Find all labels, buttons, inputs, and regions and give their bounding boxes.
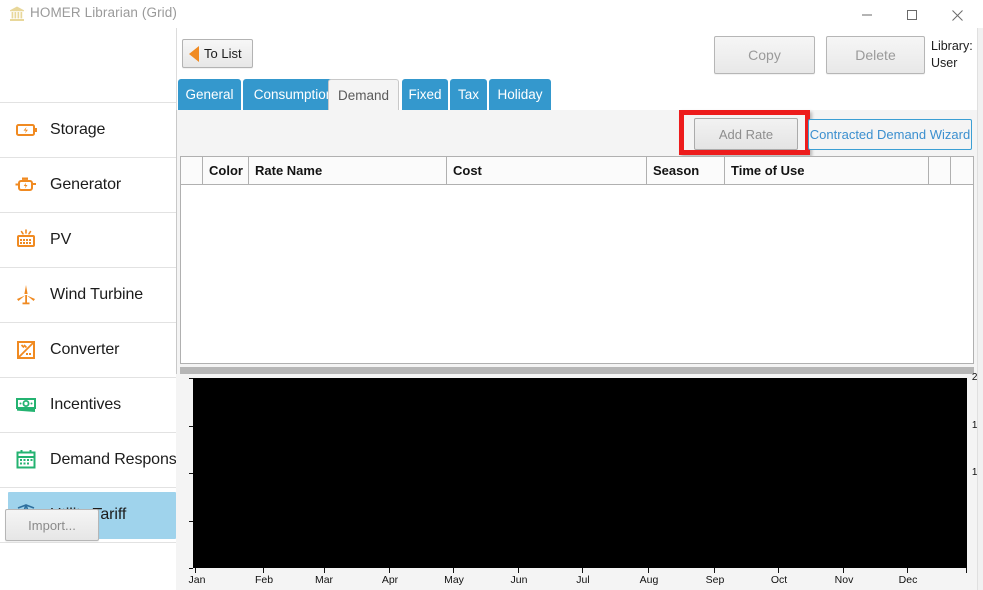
x-tick-label: Mar xyxy=(304,574,344,586)
library-indicator: Library: User xyxy=(931,38,983,72)
library-value: User xyxy=(931,55,983,72)
table-column-rate-name[interactable]: Rate Name xyxy=(249,157,447,184)
sidebar-item-storage[interactable]: Storage xyxy=(0,103,176,158)
table-column-time-of-use[interactable]: Time of Use xyxy=(725,157,929,184)
import-button[interactable]: Import... xyxy=(5,509,99,541)
contracted-demand-wizard-button[interactable]: Contracted Demand Wizard xyxy=(808,119,972,150)
x-tick-label: Sep xyxy=(695,574,735,586)
table-column-cost[interactable]: Cost xyxy=(447,157,647,184)
sidebar-item-label: PV xyxy=(50,231,71,249)
demand-schedule-chart: 24 18 12 6 0 Jan Feb Mar Apr May Jun xyxy=(176,374,983,590)
maximize-icon[interactable] xyxy=(889,0,935,30)
x-tick-label: Apr xyxy=(370,574,410,586)
sidebar-item-pv[interactable]: PV xyxy=(0,213,176,268)
money-icon xyxy=(12,390,42,420)
to-list-button[interactable]: To List xyxy=(182,39,253,68)
sidebar-item-demand-response[interactable]: Demand Response xyxy=(0,433,176,488)
table-column-color[interactable]: Color xyxy=(203,157,249,184)
chart-plot-area[interactable] xyxy=(193,378,967,568)
to-list-label: To List xyxy=(204,46,242,61)
wind-turbine-icon xyxy=(12,280,42,310)
delete-button[interactable]: Delete xyxy=(826,36,925,74)
back-arrow-icon xyxy=(189,46,199,62)
sidebar-item-label: Storage xyxy=(50,121,105,139)
minimize-icon[interactable] xyxy=(844,0,890,30)
tab-demand[interactable]: Demand xyxy=(328,79,399,111)
x-tick-label: Dec xyxy=(888,574,928,586)
tab-fixed[interactable]: Fixed xyxy=(402,79,448,110)
window-title: HOMER Librarian (Grid) xyxy=(30,5,177,20)
homer-librarian-window: HOMER Librarian (Grid) xyxy=(0,0,983,590)
battery-icon xyxy=(12,115,42,145)
x-tick-label: Feb xyxy=(244,574,284,586)
x-tick-label: May xyxy=(434,574,474,586)
close-icon[interactable] xyxy=(934,0,980,30)
library-building-icon xyxy=(8,5,26,23)
x-tick-label: Aug xyxy=(629,574,669,586)
x-tick-label: Jan xyxy=(177,574,217,586)
library-label: Library: xyxy=(931,38,983,55)
table-column-select[interactable] xyxy=(181,157,203,184)
x-tick-label: Oct xyxy=(759,574,799,586)
table-column-extra-1[interactable] xyxy=(929,157,951,184)
sidebar-item-wind-turbine[interactable]: Wind Turbine xyxy=(0,268,176,323)
sidebar-item-label: Demand Response xyxy=(50,451,185,469)
tab-holiday[interactable]: Holiday xyxy=(489,79,551,110)
x-tick-label: Nov xyxy=(824,574,864,586)
table-column-extra-2[interactable] xyxy=(951,157,973,184)
sidebar-item-incentives[interactable]: Incentives xyxy=(0,378,176,433)
table-header-row: Color Rate Name Cost Season Time of Use xyxy=(181,157,973,185)
tab-tax[interactable]: Tax xyxy=(450,79,487,110)
tab-strip: General Consumption Demand Fixed Tax Hol… xyxy=(176,79,983,110)
sidebar-item-list: Storage Generator xyxy=(0,103,176,543)
sidebar-item-label: Wind Turbine xyxy=(50,286,143,304)
sidebar-item-converter[interactable]: Converter xyxy=(0,323,176,378)
add-rate-highlight-box xyxy=(679,110,810,155)
sidebar-item-generator[interactable]: Generator xyxy=(0,158,176,213)
sidebar: Storage Generator xyxy=(0,28,177,590)
solar-panel-icon xyxy=(12,225,42,255)
demand-rates-table[interactable]: Color Rate Name Cost Season Time of Use xyxy=(180,156,974,364)
x-tick-label: Jun xyxy=(499,574,539,586)
converter-icon xyxy=(12,335,42,365)
window-vertical-scrollbar[interactable] xyxy=(977,28,983,590)
title-bar: HOMER Librarian (Grid) xyxy=(0,0,983,28)
sidebar-item-label: Incentives xyxy=(50,396,121,414)
engine-icon xyxy=(12,170,42,200)
sidebar-item-label: Converter xyxy=(50,341,119,359)
chart-horizontal-scrollbar[interactable] xyxy=(180,367,974,374)
sidebar-item-label: Generator xyxy=(50,176,121,194)
calendar-icon xyxy=(12,445,42,475)
table-column-season[interactable]: Season xyxy=(647,157,725,184)
copy-button[interactable]: Copy xyxy=(714,36,815,74)
tab-general[interactable]: General xyxy=(178,79,241,110)
x-tick-label: Jul xyxy=(563,574,603,586)
